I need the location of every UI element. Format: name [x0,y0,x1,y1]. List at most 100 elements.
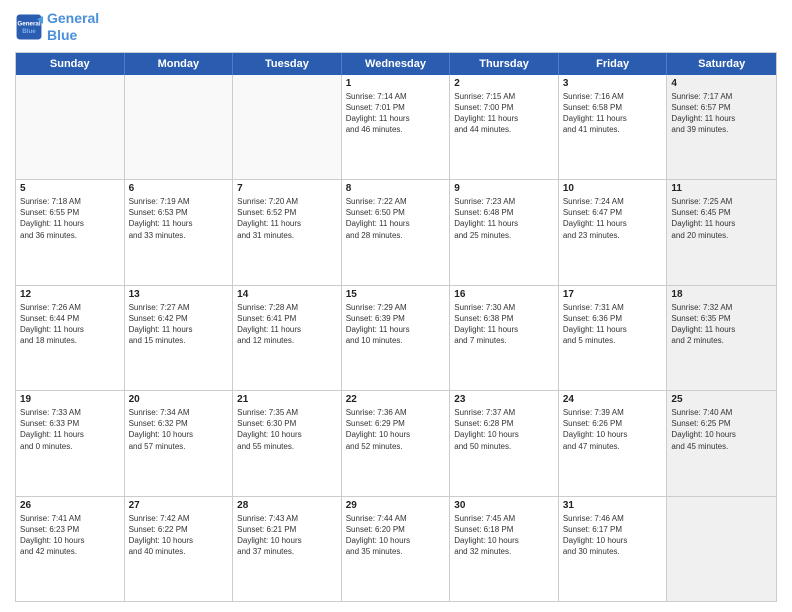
page: General Blue General Blue SundayMondayTu… [0,0,792,612]
cell-info: Sunrise: 7:25 AM Sunset: 6:45 PM Dayligh… [671,196,772,241]
calendar-cell-r0c4: 2 Sunrise: 7:15 AM Sunset: 7:00 PM Daylig… [450,75,559,179]
day-number: 31 [563,500,663,511]
calendar-cell-r1c2: 7Sunrise: 7:20 AM Sunset: 6:52 PM Daylig… [233,180,342,284]
day-number: 8 [346,183,446,194]
day-number: 4 [671,78,772,89]
day-number: 1 [346,78,446,89]
calendar-cell-r3c0: 19 Sunrise: 7:33 AM Sunset: 6:33 PM Dayli… [16,391,125,495]
cell-info: Sunrise: 7:26 AM Sunset: 6:44 PM Dayligh… [20,302,120,347]
calendar-cell-r4c3: 29 Sunrise: 7:44 AM Sunset: 6:20 PM Dayli… [342,497,451,601]
calendar-cell-r1c1: 6 Sunrise: 7:19 AM Sunset: 6:53 PM Daylig… [125,180,234,284]
calendar-cell-r3c4: 23 Sunrise: 7:37 AM Sunset: 6:28 PM Dayli… [450,391,559,495]
calendar-row-3: 19 Sunrise: 7:33 AM Sunset: 6:33 PM Dayli… [16,391,776,496]
header: General Blue General Blue [15,10,777,44]
header-day-thursday: Thursday [450,53,559,75]
day-number: 13 [129,289,229,300]
svg-text:General: General [17,20,40,27]
calendar-cell-r1c3: 8 Sunrise: 7:22 AM Sunset: 6:50 PM Daylig… [342,180,451,284]
calendar-cell-r0c1 [125,75,234,179]
calendar-cell-r4c2: 28 Sunrise: 7:43 AM Sunset: 6:21 PM Dayli… [233,497,342,601]
calendar-cell-r0c0 [16,75,125,179]
cell-info: Sunrise: 7:36 AM Sunset: 6:29 PM Dayligh… [346,407,446,452]
cell-info: Sunrise: 7:24 AM Sunset: 6:47 PM Dayligh… [563,196,663,241]
cell-info: Sunrise: 7:15 AM Sunset: 7:00 PM Dayligh… [454,91,554,136]
calendar-row-0: 1 Sunrise: 7:14 AM Sunset: 7:01 PM Daylig… [16,75,776,180]
cell-info: Sunrise: 7:45 AM Sunset: 6:18 PM Dayligh… [454,513,554,558]
calendar: SundayMondayTuesdayWednesdayThursdayFrid… [15,52,777,602]
logo-text: General Blue [47,10,99,44]
calendar-cell-r1c4: 9 Sunrise: 7:23 AM Sunset: 6:48 PM Daylig… [450,180,559,284]
calendar-cell-r3c6: 25Sunrise: 7:40 AM Sunset: 6:25 PM Dayli… [667,391,776,495]
cell-info: Sunrise: 7:33 AM Sunset: 6:33 PM Dayligh… [20,407,120,452]
day-number: 6 [129,183,229,194]
day-number: 30 [454,500,554,511]
calendar-cell-r3c2: 21Sunrise: 7:35 AM Sunset: 6:30 PM Dayli… [233,391,342,495]
header-day-saturday: Saturday [667,53,776,75]
calendar-cell-r3c3: 22Sunrise: 7:36 AM Sunset: 6:29 PM Dayli… [342,391,451,495]
calendar-cell-r0c2 [233,75,342,179]
calendar-cell-r0c3: 1 Sunrise: 7:14 AM Sunset: 7:01 PM Daylig… [342,75,451,179]
calendar-cell-r4c5: 31 Sunrise: 7:46 AM Sunset: 6:17 PM Dayli… [559,497,668,601]
day-number: 12 [20,289,120,300]
calendar-row-1: 5Sunrise: 7:18 AM Sunset: 6:55 PM Daylig… [16,180,776,285]
cell-info: Sunrise: 7:31 AM Sunset: 6:36 PM Dayligh… [563,302,663,347]
cell-info: Sunrise: 7:27 AM Sunset: 6:42 PM Dayligh… [129,302,229,347]
calendar-cell-r4c1: 27Sunrise: 7:42 AM Sunset: 6:22 PM Dayli… [125,497,234,601]
cell-info: Sunrise: 7:39 AM Sunset: 6:26 PM Dayligh… [563,407,663,452]
logo: General Blue General Blue [15,10,99,44]
cell-info: Sunrise: 7:32 AM Sunset: 6:35 PM Dayligh… [671,302,772,347]
day-number: 18 [671,289,772,300]
day-number: 11 [671,183,772,194]
calendar-cell-r4c6 [667,497,776,601]
cell-info: Sunrise: 7:37 AM Sunset: 6:28 PM Dayligh… [454,407,554,452]
day-number: 19 [20,394,120,405]
day-number: 24 [563,394,663,405]
day-number: 9 [454,183,554,194]
cell-info: Sunrise: 7:29 AM Sunset: 6:39 PM Dayligh… [346,302,446,347]
calendar-cell-r2c4: 16 Sunrise: 7:30 AM Sunset: 6:38 PM Dayli… [450,286,559,390]
logo-icon: General Blue [15,13,43,41]
day-number: 20 [129,394,229,405]
cell-info: Sunrise: 7:17 AM Sunset: 6:57 PM Dayligh… [671,91,772,136]
cell-info: Sunrise: 7:46 AM Sunset: 6:17 PM Dayligh… [563,513,663,558]
day-number: 10 [563,183,663,194]
cell-info: Sunrise: 7:35 AM Sunset: 6:30 PM Dayligh… [237,407,337,452]
calendar-cell-r4c4: 30 Sunrise: 7:45 AM Sunset: 6:18 PM Dayli… [450,497,559,601]
cell-info: Sunrise: 7:44 AM Sunset: 6:20 PM Dayligh… [346,513,446,558]
calendar-cell-r2c6: 18 Sunrise: 7:32 AM Sunset: 6:35 PM Dayli… [667,286,776,390]
calendar-cell-r0c5: 3Sunrise: 7:16 AM Sunset: 6:58 PM Daylig… [559,75,668,179]
header-day-tuesday: Tuesday [233,53,342,75]
cell-info: Sunrise: 7:43 AM Sunset: 6:21 PM Dayligh… [237,513,337,558]
cell-info: Sunrise: 7:40 AM Sunset: 6:25 PM Dayligh… [671,407,772,452]
calendar-header: SundayMondayTuesdayWednesdayThursdayFrid… [16,53,776,75]
day-number: 15 [346,289,446,300]
header-day-monday: Monday [125,53,234,75]
cell-info: Sunrise: 7:23 AM Sunset: 6:48 PM Dayligh… [454,196,554,241]
calendar-cell-r2c0: 12 Sunrise: 7:26 AM Sunset: 6:44 PM Dayli… [16,286,125,390]
day-number: 29 [346,500,446,511]
cell-info: Sunrise: 7:30 AM Sunset: 6:38 PM Dayligh… [454,302,554,347]
day-number: 17 [563,289,663,300]
header-day-wednesday: Wednesday [342,53,451,75]
cell-info: Sunrise: 7:14 AM Sunset: 7:01 PM Dayligh… [346,91,446,136]
day-number: 7 [237,183,337,194]
day-number: 23 [454,394,554,405]
day-number: 27 [129,500,229,511]
calendar-cell-r3c5: 24 Sunrise: 7:39 AM Sunset: 6:26 PM Dayli… [559,391,668,495]
day-number: 5 [20,183,120,194]
calendar-row-2: 12 Sunrise: 7:26 AM Sunset: 6:44 PM Dayli… [16,286,776,391]
cell-info: Sunrise: 7:19 AM Sunset: 6:53 PM Dayligh… [129,196,229,241]
calendar-cell-r3c1: 20Sunrise: 7:34 AM Sunset: 6:32 PM Dayli… [125,391,234,495]
cell-info: Sunrise: 7:41 AM Sunset: 6:23 PM Dayligh… [20,513,120,558]
calendar-cell-r1c0: 5Sunrise: 7:18 AM Sunset: 6:55 PM Daylig… [16,180,125,284]
calendar-cell-r1c6: 11 Sunrise: 7:25 AM Sunset: 6:45 PM Dayli… [667,180,776,284]
day-number: 14 [237,289,337,300]
day-number: 2 [454,78,554,89]
calendar-row-4: 26Sunrise: 7:41 AM Sunset: 6:23 PM Dayli… [16,497,776,601]
cell-info: Sunrise: 7:22 AM Sunset: 6:50 PM Dayligh… [346,196,446,241]
svg-text:Blue: Blue [22,28,36,35]
day-number: 16 [454,289,554,300]
calendar-cell-r4c0: 26Sunrise: 7:41 AM Sunset: 6:23 PM Dayli… [16,497,125,601]
day-number: 28 [237,500,337,511]
day-number: 3 [563,78,663,89]
